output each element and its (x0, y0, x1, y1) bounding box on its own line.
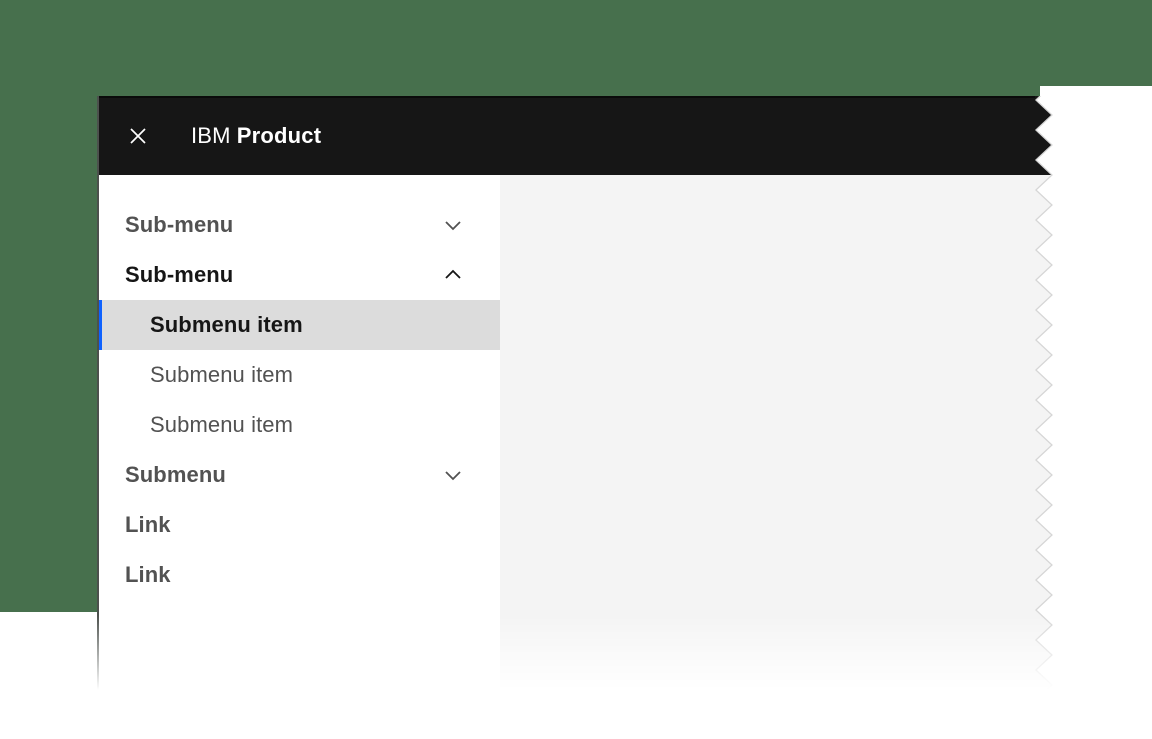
sidebar-item-label: Link (125, 512, 171, 538)
sidebar-subitem-label: Submenu item (150, 412, 293, 438)
chevron-down-icon (442, 464, 464, 486)
content-area (500, 175, 1035, 690)
close-button[interactable] (127, 125, 149, 147)
sidebar-subitem-label: Submenu item (150, 362, 293, 388)
sidebar-item-label: Submenu (125, 462, 226, 488)
sidebar-subitem-label: Submenu item (150, 312, 303, 338)
panel-left-border (97, 96, 99, 690)
sidebar-item-submenu-collapsed-1[interactable]: Sub-menu (97, 200, 500, 250)
sidebar-item-link-2[interactable]: Link (97, 550, 500, 600)
brand-link[interactable]: IBMProduct (191, 123, 321, 149)
close-icon (127, 125, 149, 147)
sidebar-item-label: Link (125, 562, 171, 588)
chevron-down-icon (442, 214, 464, 236)
sidebar-item-label: Sub-menu (125, 262, 233, 288)
app-header: IBMProduct (97, 96, 1035, 175)
sidebar-subitem-3[interactable]: Submenu item (97, 400, 500, 450)
sidebar-item-submenu-collapsed-2[interactable]: Submenu (97, 450, 500, 500)
background-green-top (0, 0, 1040, 96)
sidebar-item-link-1[interactable]: Link (97, 500, 500, 550)
side-nav: Sub-menu Sub-menu Submenu item Submenu i… (97, 175, 500, 690)
sidebar-item-submenu-expanded[interactable]: Sub-menu (97, 250, 500, 300)
sidebar-subitem-selected[interactable]: Submenu item (97, 300, 500, 350)
sidebar-item-label: Sub-menu (125, 212, 233, 238)
brand-prefix: IBM (191, 123, 231, 148)
brand-name: Product (237, 123, 322, 148)
panel-top-border (97, 96, 1035, 98)
background-green-left (0, 0, 97, 612)
sidebar-subitem-2[interactable]: Submenu item (97, 350, 500, 400)
page: { "colors": { "background_green": "#4770… (0, 0, 1152, 739)
background-green-top-right (1040, 0, 1152, 86)
ui-shell-panel: IBMProduct Sub-menu Sub-menu Submenu ite… (97, 96, 1055, 690)
chevron-up-icon (442, 264, 464, 286)
torn-edge-zigzag (1035, 96, 1055, 690)
